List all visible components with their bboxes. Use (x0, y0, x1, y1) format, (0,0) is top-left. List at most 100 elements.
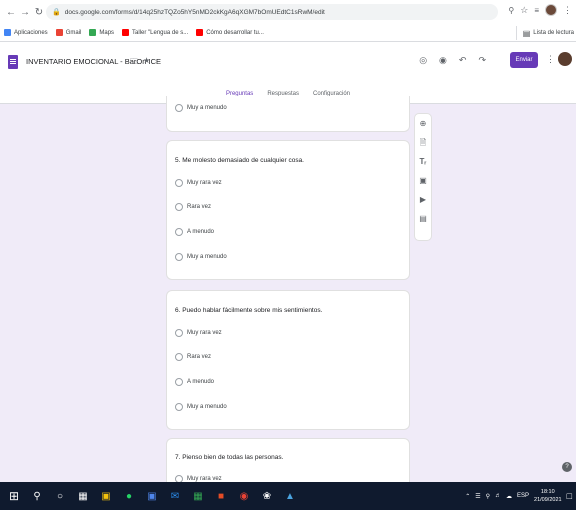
question-toolbar: ⊕ 🗎 Tᵣ ▣ ▶ ▤ (414, 113, 432, 241)
option-row[interactable]: Muy rara vez (175, 329, 222, 337)
bookmark-como[interactable]: Cómo desarrollar tu... (196, 29, 264, 36)
question-title: 6. Puedo hablar fácilmente sobre mis sen… (175, 307, 323, 314)
redo-icon[interactable]: ↷ (478, 55, 486, 66)
language-indicator[interactable]: ESP (517, 493, 529, 499)
reload-icon[interactable]: ↻ (32, 5, 46, 19)
option-label: Muy a menudo (187, 105, 227, 111)
bookmark-label: Cómo desarrollar tu... (206, 29, 264, 36)
add-section-icon[interactable]: ▤ (419, 214, 427, 224)
taskbar: ⊞ ⚲ ○ ▦ ▣ ● ▣ ✉ ▦ ■ ◉ ❀ ▲ ⌃ ☰ ⚲ ♬ ☁ ESP … (0, 482, 576, 510)
option-row[interactable]: Rara vez (175, 203, 211, 211)
bookmark-label: Taller "Lengua de s... (132, 29, 189, 36)
chevron-up-icon[interactable]: ⌃ (465, 493, 470, 500)
whatsapp-icon[interactable]: ● (120, 487, 138, 505)
address-bar[interactable]: 🔒 docs.google.com/forms/d/14q25hzTQZo5hY… (46, 4, 498, 20)
lock-icon: 🔒 (52, 9, 61, 16)
notifications-icon[interactable]: □ (567, 491, 572, 501)
forms-header: INVENTARIO EMOCIONAL - BarOn ICE 🗀 ★ ◎ ◉… (0, 42, 576, 104)
question-card[interactable]: 5. Me molesto demasiado de cualquier cos… (166, 140, 410, 280)
search-icon[interactable]: ⚲ (28, 487, 46, 505)
clock-time: 18:10 (540, 489, 555, 495)
import-questions-icon[interactable]: 🗎 (420, 138, 426, 148)
paint-icon[interactable]: ❀ (258, 487, 276, 505)
add-question-icon[interactable]: ⊕ (420, 119, 427, 129)
option-label: Rara vez (187, 354, 212, 360)
add-video-icon[interactable]: ▶ (420, 195, 426, 205)
option-row[interactable]: Muy a menudo (175, 104, 227, 112)
volume-icon[interactable]: ♬ (495, 493, 501, 499)
option-row[interactable]: Muy a menudo (175, 403, 227, 411)
option-label: Rara vez (187, 204, 212, 210)
preview-eye-icon[interactable]: ◉ (439, 55, 447, 66)
cortana-icon[interactable]: ○ (51, 487, 69, 505)
radio-button[interactable] (175, 203, 183, 211)
maps-icon (89, 29, 97, 36)
radio-button[interactable] (175, 179, 183, 187)
bookmark-taller[interactable]: Taller "Lengua de s... (122, 29, 188, 36)
profile-avatar[interactable] (545, 4, 557, 16)
word-icon[interactable]: ▣ (143, 487, 161, 505)
radio-button[interactable] (175, 403, 183, 411)
youtube-icon (122, 29, 130, 36)
reading-list[interactable]: ▤ Lista de lectura (515, 26, 574, 40)
chrome-icon[interactable]: ◉ (235, 487, 253, 505)
playlist-icon[interactable]: ≡ (534, 6, 539, 15)
clock[interactable]: 18:10 21/09/2021 (534, 488, 562, 504)
option-row[interactable]: Muy rara vez (175, 179, 222, 187)
bookmark-gmail[interactable]: Gmail (55, 29, 82, 36)
avatar[interactable] (558, 52, 572, 66)
browser-toolbar: ← → ↻ 🔒 docs.google.com/forms/d/14q25hzT… (0, 0, 576, 24)
add-title-icon[interactable]: Tᵣ (420, 157, 427, 167)
windows-start-icon[interactable]: ⊞ (5, 487, 23, 505)
option-label: A menudo (187, 379, 215, 385)
zoom-icon[interactable]: ⚲ (508, 6, 514, 15)
onedrive-icon[interactable]: ☁ (506, 493, 512, 500)
radio-button[interactable] (175, 253, 183, 261)
more-options-icon[interactable]: ⋮ (546, 54, 555, 65)
star-icon[interactable]: ★ (143, 56, 150, 70)
task-view-icon[interactable]: ▦ (74, 487, 92, 505)
mail-icon[interactable]: ✉ (166, 487, 184, 505)
send-button[interactable]: Enviar (510, 52, 538, 68)
radio-button[interactable] (175, 228, 183, 236)
bookmark-label: Gmail (65, 29, 82, 36)
network-icon[interactable]: ☰ (475, 493, 480, 500)
apps-grid-icon (4, 29, 11, 36)
radio-button[interactable] (175, 378, 183, 386)
option-row[interactable]: A menudo (175, 378, 214, 386)
palette-icon[interactable]: ◎ (419, 55, 427, 66)
photos-icon[interactable]: ▲ (281, 487, 299, 505)
forms-logo-icon[interactable] (8, 55, 18, 69)
forward-icon[interactable]: → (18, 5, 32, 19)
help-icon[interactable]: ? (562, 462, 572, 472)
folder-icon[interactable]: 🗀 (130, 56, 138, 70)
menu-icon[interactable]: ⋮ (563, 5, 572, 16)
store-icon[interactable]: ▣ (97, 487, 115, 505)
sheets-icon[interactable]: ▦ (189, 487, 207, 505)
option-label: Muy rara vez (187, 180, 222, 186)
bookmark-apps[interactable]: Aplicaciones (4, 29, 48, 36)
option-row[interactable]: Rara vez (175, 353, 211, 361)
reading-list-icon: ▤ (522, 28, 531, 38)
option-label: Muy a menudo (187, 404, 227, 410)
option-row[interactable]: Muy a menudo (175, 253, 227, 261)
question-card[interactable]: Muy a menudo (166, 96, 410, 132)
question-card[interactable]: 6. Puedo hablar fácilmente sobre mis sen… (166, 290, 410, 430)
question-title: 5. Me molesto demasiado de cualquier cos… (175, 157, 304, 164)
radio-button[interactable] (175, 353, 183, 361)
bookmarks-bar: Aplicaciones Gmail Maps Taller "Lengua d… (0, 24, 576, 42)
star-icon[interactable]: ☆ (520, 5, 528, 16)
office-icon[interactable]: ■ (212, 487, 230, 505)
question-title: 7. Pienso bien de todas las personas. (175, 454, 284, 461)
radio-button[interactable] (175, 104, 183, 112)
option-label: Muy rara vez (187, 330, 222, 336)
undo-icon[interactable]: ↶ (459, 55, 467, 66)
option-row[interactable]: A menudo (175, 228, 214, 236)
bookmark-maps[interactable]: Maps (89, 29, 114, 36)
option-label: A menudo (187, 229, 215, 235)
add-image-icon[interactable]: ▣ (419, 176, 427, 186)
wifi-icon[interactable]: ⚲ (486, 493, 490, 500)
gmail-icon (55, 29, 63, 36)
radio-button[interactable] (175, 329, 183, 337)
back-icon[interactable]: ← (4, 5, 18, 19)
